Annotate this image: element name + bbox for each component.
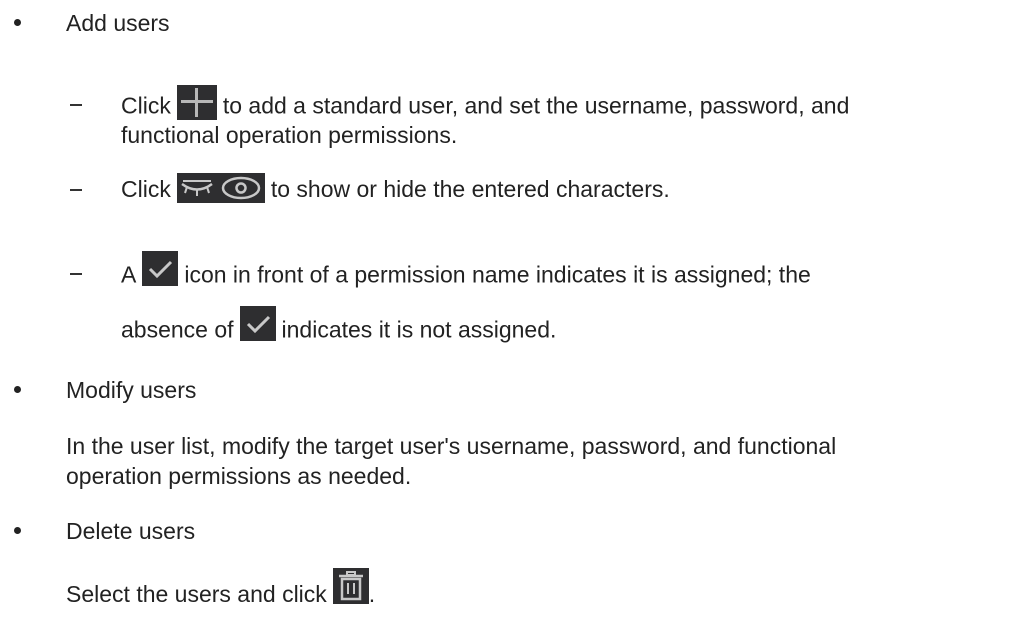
permission-description: icon in front of a permission name indic… (184, 261, 811, 288)
not-assigned-text: indicates it is not assigned. (281, 316, 557, 343)
show-hide-description: to show or hide the entered characters. (270, 176, 670, 202)
bullet-marker (14, 527, 21, 534)
dash-marker (70, 189, 82, 191)
modify-users-heading: Modify users (66, 377, 197, 403)
delete-users-heading: Delete users (66, 518, 196, 544)
eye-toggle-icons (176, 172, 265, 203)
modify-users-body-line2: operation permissions as needed. (66, 463, 412, 489)
click-text: Click (121, 92, 171, 119)
permission-instruction-line2: absence of indicates it is not assigned. (121, 306, 557, 349)
bullet-marker (14, 386, 21, 393)
eye-closed-and-open-icon (181, 176, 261, 200)
select-users-text: Select the users and click (66, 581, 327, 608)
checkmark-icon (142, 251, 179, 286)
plus-icon (176, 85, 217, 120)
add-users-heading: Add users (66, 10, 170, 36)
dash-marker (70, 104, 82, 106)
absence-text: absence of (121, 316, 234, 343)
permission-instruction-line1: A icon in front of a permission name ind… (121, 251, 811, 294)
dash-marker (70, 273, 82, 275)
checkmark-icon (239, 306, 276, 341)
a-text: A (121, 261, 137, 288)
click-text: Click (121, 176, 171, 202)
add-user-instruction-line1: Click to add a standard user, and set the… (121, 85, 850, 125)
show-hide-instruction: Click to show or hide the entered charac… (121, 172, 670, 206)
add-user-description: to add a standard user, and set the user… (222, 92, 850, 119)
add-user-instruction-line2: functional operation permissions. (121, 122, 458, 148)
modify-users-body-line1: In the user list, modify the target user… (66, 433, 837, 459)
delete-users-body: Select the users and click . (66, 568, 376, 614)
bullet-marker (14, 19, 21, 26)
trash-icon (332, 568, 369, 604)
period-text: . (368, 581, 376, 608)
